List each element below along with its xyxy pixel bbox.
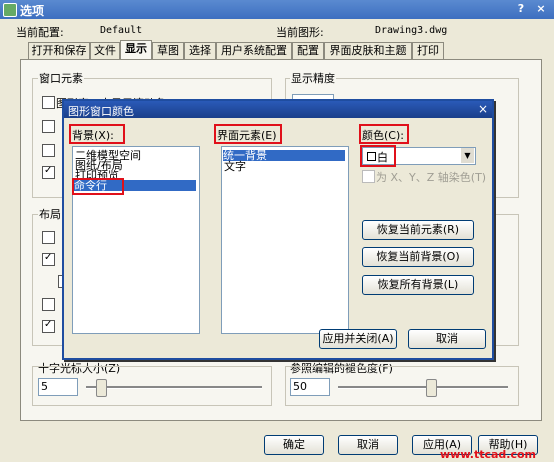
checkbox-layout-2[interactable] [42, 252, 55, 266]
checkbox-layout-1[interactable] [42, 231, 55, 244]
color-label: 颜色(C): [362, 129, 404, 142]
crosshair-value: 5 [41, 380, 48, 393]
cancel-button[interactable]: 取消 [338, 435, 398, 455]
element-label: 界面元素(E) [217, 129, 277, 142]
tab-selection[interactable]: 选择 [184, 42, 216, 59]
tint-xyz-checkbox[interactable] [362, 170, 375, 183]
layout-title: 布局 [38, 206, 62, 222]
crosshair-slider-track[interactable] [86, 386, 262, 389]
tab-profiles[interactable]: 配置 [292, 42, 324, 59]
chevron-down-icon[interactable]: ▼ [461, 148, 474, 163]
dialog-cancel-button[interactable]: 取消 [408, 329, 486, 349]
background-list[interactable]: 二维模型空间 图纸/布局 打印预览 命令行 [72, 146, 200, 334]
window-color-dialog: 图形窗口颜色 × 背景(X): 二维模型空间 图纸/布局 打印预览 命令行 界面… [62, 99, 494, 360]
background-selection-highlight [72, 178, 124, 195]
dialog-title: 图形窗口颜色 [68, 105, 134, 118]
tab-plot[interactable]: 打印 [412, 42, 444, 59]
checkbox-layout-4[interactable] [42, 298, 55, 311]
color-value-highlight [360, 145, 396, 167]
window-elements-title: 窗口元素 [38, 70, 84, 86]
list-item[interactable]: 文字 [224, 161, 246, 172]
profile-label: 当前配置: [16, 26, 64, 39]
checkbox-layout-5[interactable] [42, 319, 55, 333]
help-icon[interactable]: ? [514, 2, 528, 16]
xref-fading-slider-track[interactable] [338, 386, 508, 389]
crosshair-slider-thumb[interactable] [96, 379, 107, 397]
drawing-value: Drawing3.dwg [375, 25, 448, 36]
ok-button[interactable]: 确定 [264, 435, 324, 455]
xref-fading-slider-thumb[interactable] [426, 379, 437, 397]
checkbox-window-3[interactable] [42, 144, 55, 157]
tab-user-prefs[interactable]: 用户系统配置 [216, 42, 292, 59]
tab-files[interactable]: 文件 [90, 42, 120, 59]
dialog-close-icon[interactable]: × [478, 102, 488, 116]
checkbox-window-4[interactable] [42, 165, 55, 179]
display-precision-title: 显示精度 [290, 70, 336, 86]
tab-drafting[interactable]: 草图 [152, 42, 184, 59]
window-title: 选项 [20, 4, 45, 18]
dialog-title-bar: 图形窗口颜色 × [64, 101, 492, 118]
profile-value: Default [100, 25, 143, 36]
tab-display[interactable]: 显示 [120, 40, 152, 60]
apply-close-button[interactable]: 应用并关闭(A) [319, 329, 397, 349]
restore-element-button[interactable]: 恢复当前元素(R) [362, 220, 474, 240]
window-title-bar: 选项 ? × [0, 0, 554, 19]
close-icon[interactable]: × [534, 2, 548, 16]
checkbox-window-2[interactable] [42, 120, 55, 133]
restore-background-button[interactable]: 恢复当前背景(O) [362, 247, 474, 267]
tint-xyz-label: 为 X、Y、Z 轴染色(T) [376, 171, 487, 184]
app-icon [3, 3, 17, 17]
xref-fading-input[interactable]: 50 [290, 378, 330, 396]
crosshair-input[interactable]: 5 [38, 378, 78, 396]
drawing-label: 当前图形: [276, 26, 324, 39]
checkbox-scrollbars[interactable] [42, 96, 55, 109]
restore-all-button[interactable]: 恢复所有背景(L) [362, 275, 474, 295]
tab-open-save[interactable]: 打开和保存 [28, 42, 90, 59]
background-label: 背景(X): [72, 129, 114, 142]
watermark: www.ttcad.com [440, 448, 537, 461]
element-list[interactable]: 统一背景 文字 [221, 146, 349, 334]
tab-skin-theme[interactable]: 界面皮肤和主题 [324, 42, 412, 59]
xref-fading-value: 50 [293, 380, 307, 393]
